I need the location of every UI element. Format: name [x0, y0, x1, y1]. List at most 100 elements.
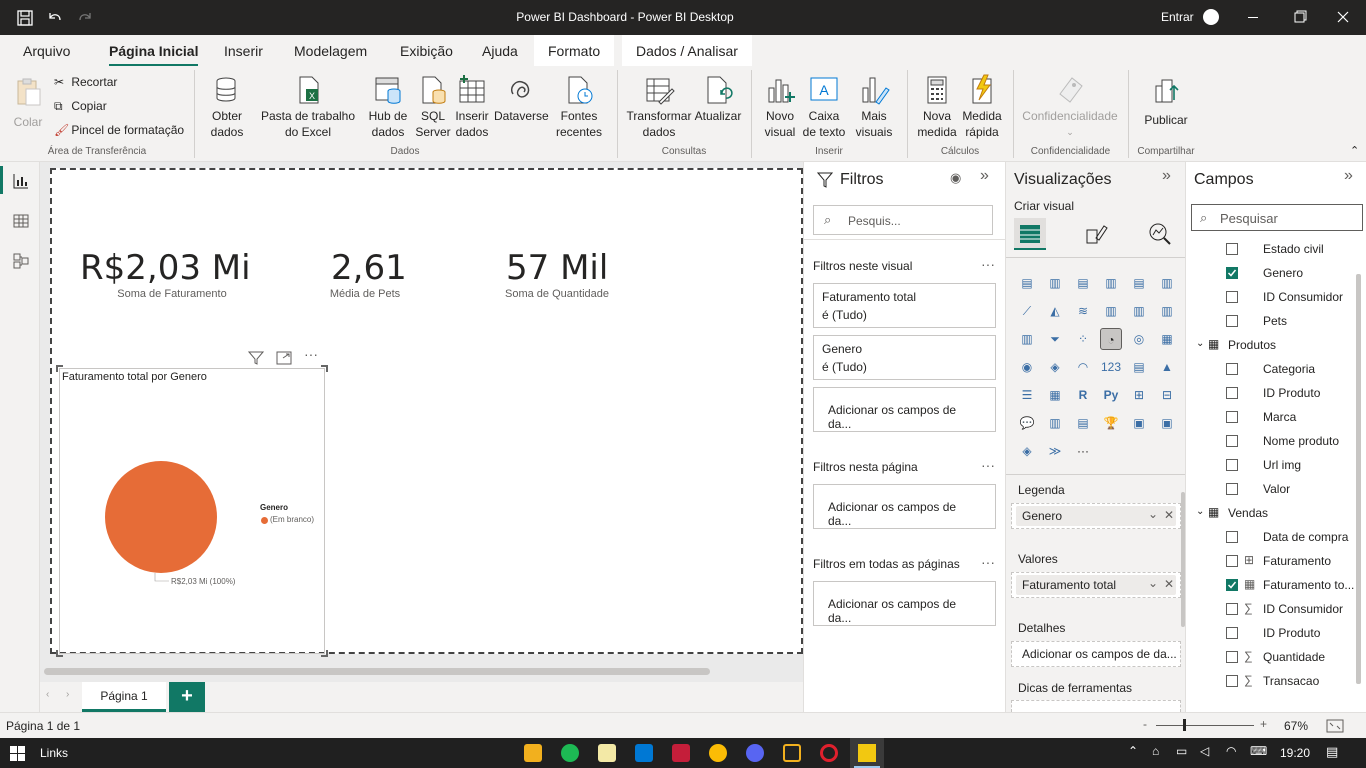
field-item[interactable]: Data de compra: [1186, 526, 1356, 550]
chevron-down-icon[interactable]: ⌄: [1196, 506, 1204, 517]
field-item[interactable]: Valor: [1186, 478, 1356, 502]
card-visual-icon[interactable]: 123: [1100, 356, 1122, 378]
stacked-column-visual-icon[interactable]: ▥: [1044, 272, 1066, 294]
kpi-visual-icon[interactable]: ▲: [1156, 356, 1178, 378]
avatar[interactable]: [1203, 9, 1219, 25]
text-box-button[interactable]: A Caixa de texto: [801, 74, 847, 140]
page-tab-1[interactable]: Página 1: [82, 682, 166, 712]
format-painter-button[interactable]: 🖌 Pincel de formatação: [54, 123, 184, 137]
clustered-bar-visual-icon[interactable]: ▤: [1072, 272, 1094, 294]
field-item[interactable]: ∑ Quantidade: [1186, 646, 1356, 670]
legend-item[interactable]: (Em branco): [270, 515, 314, 524]
pie-slice[interactable]: [105, 461, 217, 573]
field-checkbox[interactable]: [1226, 315, 1238, 327]
values-field-pill[interactable]: Faturamento total ⌄ ✕: [1016, 575, 1176, 595]
field-checkbox[interactable]: [1226, 459, 1238, 471]
field-item[interactable]: ∑ Transacao: [1186, 670, 1356, 694]
line-visual-icon[interactable]: ⟋: [1016, 300, 1038, 322]
resize-handle[interactable]: [321, 650, 328, 657]
analytics-icon[interactable]: [1148, 222, 1172, 246]
wifi-icon[interactable]: ◠: [1226, 744, 1236, 758]
field-item[interactable]: Url img: [1186, 454, 1356, 478]
legend-well[interactable]: Genero ⌄ ✕: [1011, 503, 1181, 529]
qa-visual-icon[interactable]: 💬: [1016, 412, 1038, 434]
horizontal-scrollbar[interactable]: [44, 668, 710, 675]
more-options-icon[interactable]: ···: [981, 457, 995, 473]
tab-pagina-inicial[interactable]: Página Inicial: [109, 43, 199, 67]
remove-field-icon[interactable]: ✕: [1164, 508, 1174, 522]
opera-icon[interactable]: [820, 744, 838, 762]
map-visual-icon[interactable]: ◉: [1016, 356, 1038, 378]
smart-narrative-2-visual-icon[interactable]: ≫: [1044, 440, 1066, 462]
keyboard-icon[interactable]: ⌨: [1250, 744, 1267, 758]
stacked-bar-visual-icon[interactable]: ▤: [1016, 272, 1038, 294]
pie-chart-visual[interactable]: Faturamento total por Genero R$2,03 Mi (…: [56, 365, 328, 657]
fit-to-page-icon[interactable]: [1326, 719, 1344, 733]
collapse-pane-icon[interactable]: »: [980, 167, 989, 185]
fields-search-input[interactable]: ⌕ Pesquisar: [1191, 204, 1363, 231]
paginated-report-visual-icon[interactable]: ▤: [1072, 412, 1094, 434]
copy-button[interactable]: ⧉ Copiar: [54, 99, 107, 114]
filter-card-faturamento[interactable]: Faturamento total é (Tudo): [813, 283, 996, 328]
waterfall-visual-icon[interactable]: ▥: [1016, 328, 1038, 350]
legend-field-pill[interactable]: Genero ⌄ ✕: [1016, 506, 1176, 526]
quick-measure-button[interactable]: Medida rápida: [958, 74, 1006, 140]
field-item[interactable]: ∑ ID Consumidor: [1186, 598, 1356, 622]
tab-dados-analisar[interactable]: Dados / Analisar: [622, 35, 752, 66]
build-visual-tab[interactable]: [1014, 218, 1046, 250]
tab-ajuda[interactable]: Ajuda: [482, 43, 518, 59]
zoom-slider-thumb[interactable]: [1183, 719, 1186, 731]
chevron-down-icon[interactable]: ⌄: [1148, 576, 1158, 590]
field-checkbox[interactable]: [1226, 483, 1238, 495]
vivaldi-icon[interactable]: [672, 744, 690, 762]
network-icon[interactable]: ⌂: [1152, 744, 1159, 758]
minimize-button[interactable]: [1230, 0, 1276, 35]
resize-handle[interactable]: [56, 365, 63, 372]
eye-icon[interactable]: ◉: [950, 170, 961, 186]
spotify-icon[interactable]: [561, 744, 579, 762]
r-visual-visual-icon[interactable]: R: [1072, 384, 1094, 406]
field-item[interactable]: ID Consumidor: [1186, 286, 1356, 310]
field-checkbox[interactable]: [1226, 651, 1238, 663]
collapse-pane-icon[interactable]: »: [1162, 167, 1171, 185]
values-well[interactable]: Faturamento total ⌄ ✕: [1011, 572, 1181, 598]
power-apps-visual-icon[interactable]: ▣: [1128, 412, 1150, 434]
field-item[interactable]: Pets: [1186, 310, 1356, 334]
field-item[interactable]: Nome produto: [1186, 430, 1356, 454]
chevron-up-icon[interactable]: ⌃: [1128, 744, 1138, 758]
table-visual-icon[interactable]: ▦: [1044, 384, 1066, 406]
field-item[interactable]: ⊞ Faturamento: [1186, 550, 1356, 574]
tab-exibicao[interactable]: Exibição: [400, 43, 453, 59]
tab-modelagem[interactable]: Modelagem: [294, 43, 367, 59]
treemap-visual-icon[interactable]: ▦: [1156, 328, 1178, 350]
add-page-button[interactable]: +: [169, 682, 205, 712]
python-visual-visual-icon[interactable]: Py: [1100, 384, 1122, 406]
enter-data-button[interactable]: Inserir dados: [452, 74, 492, 140]
more-options-icon[interactable]: ···: [981, 256, 995, 272]
field-checkbox[interactable]: [1226, 363, 1238, 375]
filter-card-genero[interactable]: Genero é (Tudo): [813, 335, 996, 380]
details-well[interactable]: Adicionar os campos de da...: [1011, 641, 1181, 667]
zoom-level[interactable]: 67%: [1284, 719, 1308, 733]
report-page[interactable]: R$2,03 Mi Soma de Faturamento 2,61 Média…: [50, 168, 803, 657]
power-automate-visual-icon[interactable]: ▣: [1156, 412, 1178, 434]
stacked-area-visual-icon[interactable]: ≋: [1072, 300, 1094, 322]
next-page-icon[interactable]: ›: [66, 689, 69, 700]
zoom-slider[interactable]: [1156, 725, 1254, 726]
add-all-pages-filter-well[interactable]: Adicionar os campos de da...: [813, 581, 996, 626]
field-checkbox[interactable]: [1226, 411, 1238, 423]
funnel-visual-icon[interactable]: ⏷: [1044, 328, 1066, 350]
field-item[interactable]: Categoria: [1186, 358, 1356, 382]
notifications-icon[interactable]: ▤: [1326, 744, 1338, 760]
publish-button[interactable]: Publicar: [1140, 74, 1192, 128]
field-checkbox[interactable]: [1226, 603, 1238, 615]
gauge-visual-icon[interactable]: ◠: [1072, 356, 1094, 378]
filled-map-visual-icon[interactable]: ◈: [1044, 356, 1066, 378]
donut-visual-icon[interactable]: ◎: [1128, 328, 1150, 350]
filter-icon[interactable]: [248, 351, 264, 365]
chevron-down-icon[interactable]: ⌄: [1196, 338, 1204, 349]
more-options-icon[interactable]: ···: [981, 554, 995, 570]
collapse-ribbon-icon[interactable]: ⌃: [1350, 144, 1359, 157]
paste-button[interactable]: Colar: [8, 76, 48, 130]
power-automate-flow-visual-icon[interactable]: ◈: [1016, 440, 1038, 462]
